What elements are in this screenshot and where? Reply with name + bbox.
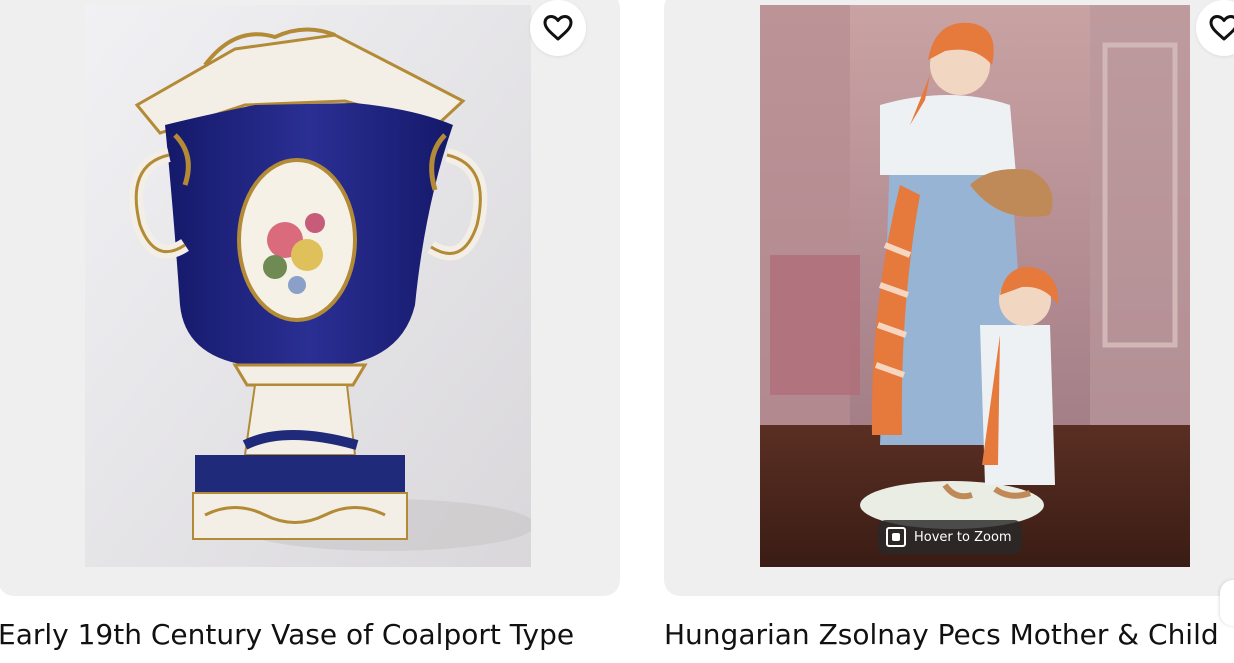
listing-card-1[interactable]: Early 19th Century Vase of Coalport Type — [0, 0, 620, 651]
heart-outline-icon — [543, 15, 573, 41]
listing-image-frame[interactable] — [0, 0, 620, 596]
product-photo-figurine[interactable] — [760, 5, 1190, 567]
figurine-illustration — [760, 5, 1190, 567]
carousel-next-button[interactable] — [1220, 580, 1234, 626]
hover-to-zoom-chip: Hover to Zoom — [878, 520, 1022, 554]
favorite-button[interactable] — [1196, 0, 1234, 56]
heart-outline-icon — [1209, 15, 1234, 41]
listing-title[interactable]: Early 19th Century Vase of Coalport Type — [0, 618, 620, 651]
zoom-hint-text: Hover to Zoom — [914, 529, 1012, 545]
listing-card-2[interactable]: Hover to Zoom Hungarian Zsolnay Pecs Mot… — [664, 0, 1234, 651]
vase-illustration — [85, 5, 531, 567]
listing-image-frame[interactable]: Hover to Zoom — [664, 0, 1234, 596]
favorite-button[interactable] — [530, 0, 586, 56]
zoom-icon — [886, 527, 906, 547]
product-photo-vase[interactable] — [85, 5, 531, 567]
listing-title[interactable]: Hungarian Zsolnay Pecs Mother & Child — [664, 618, 1234, 651]
